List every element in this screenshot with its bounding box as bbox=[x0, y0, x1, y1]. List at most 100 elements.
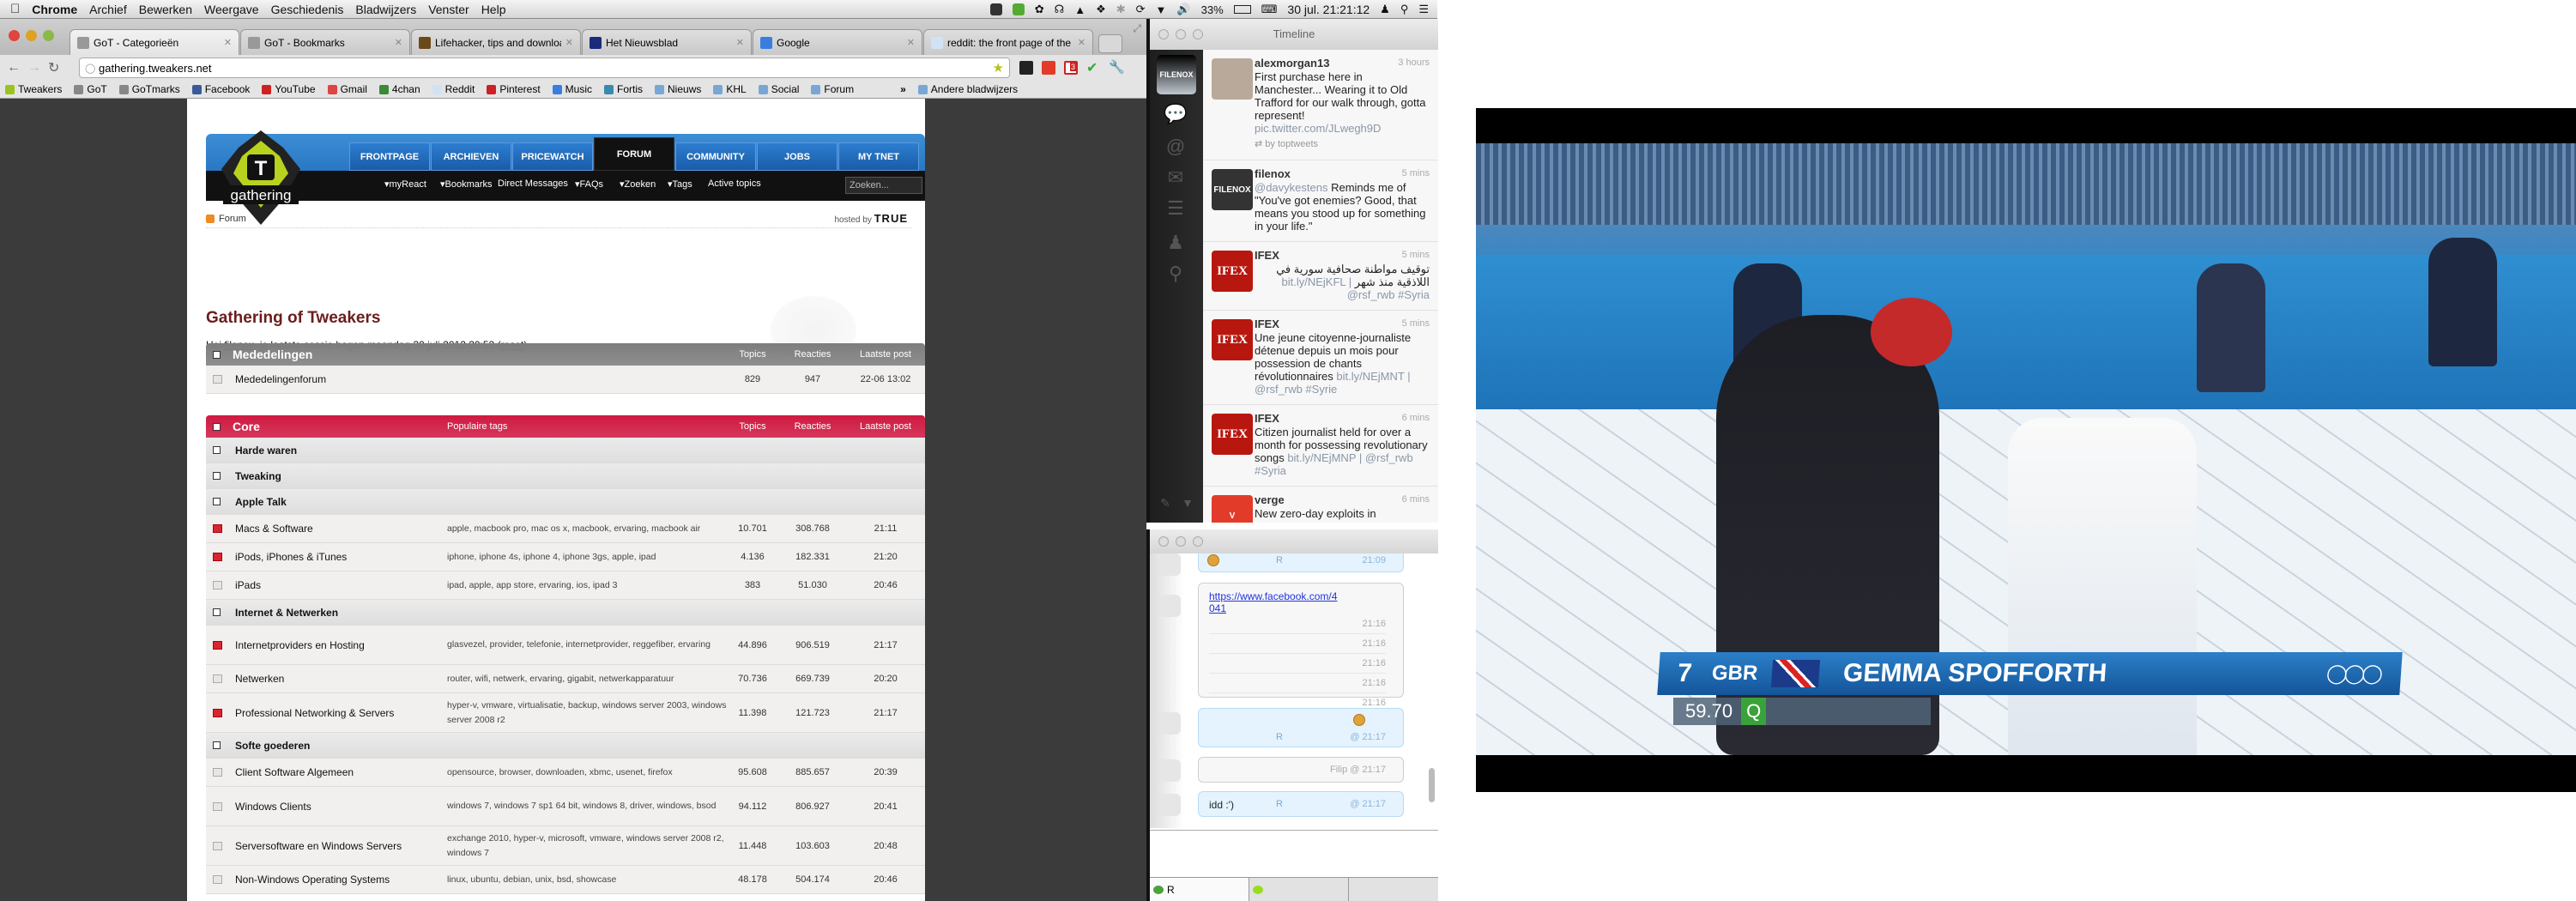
fullscreen-icon[interactable]: ⤢ bbox=[1133, 22, 1141, 35]
forum-name[interactable]: Netwerken bbox=[235, 673, 284, 685]
checkmark-extension-icon[interactable]: ✔ bbox=[1086, 59, 1100, 76]
tab-4[interactable]: Google ✕ bbox=[753, 29, 922, 55]
forum-row[interactable]: Client Software Algemeen opensource, brow… bbox=[206, 759, 925, 787]
menu-archief[interactable]: Archief bbox=[89, 3, 127, 16]
chat-tab[interactable] bbox=[1249, 878, 1349, 901]
user-icon[interactable]: ♟ bbox=[1380, 3, 1390, 16]
tweet-username[interactable]: alexmorgan13 bbox=[1255, 57, 1329, 70]
category-row[interactable]: Harde waren bbox=[206, 438, 925, 463]
bookmark-pinterest[interactable]: Pinterest bbox=[487, 83, 541, 95]
chat-tab[interactable]: R bbox=[1150, 878, 1249, 901]
last-post-time[interactable]: 22-06 13:02 bbox=[851, 374, 920, 384]
menu-app-name[interactable]: Chrome bbox=[32, 3, 77, 16]
tab-close-icon[interactable]: ✕ bbox=[907, 37, 915, 48]
category-name[interactable]: Internet & Netwerken bbox=[235, 607, 338, 619]
last-post-time[interactable]: 20:46 bbox=[851, 580, 920, 590]
category-name[interactable]: Tweaking bbox=[235, 470, 281, 482]
chat-messages[interactable]: R 21:09 https://www.facebook.com/4041 21… bbox=[1150, 553, 1438, 828]
forum-name[interactable]: Client Software Algemeen bbox=[235, 766, 354, 778]
breadcrumb-forum[interactable]: Forum bbox=[219, 214, 246, 224]
twitter-icon[interactable]: ✿ bbox=[1035, 3, 1044, 16]
compose-icon[interactable]: ✎ bbox=[1153, 496, 1177, 517]
minimize-window-button[interactable] bbox=[1176, 29, 1186, 39]
zoom-window-button[interactable] bbox=[43, 30, 54, 41]
reload-button[interactable]: ↻ bbox=[48, 59, 62, 76]
bookmark-reddit[interactable]: Reddit bbox=[432, 83, 475, 95]
last-post-time[interactable]: 20:48 bbox=[851, 841, 920, 851]
tweet-avatar[interactable]: FILENOX bbox=[1212, 169, 1253, 210]
zoom-window-button[interactable] bbox=[1193, 29, 1203, 39]
extension-icon[interactable] bbox=[1019, 61, 1033, 75]
headphones-icon[interactable]: ☊ bbox=[1055, 3, 1065, 16]
gathering-logo[interactable]: T gathering bbox=[221, 130, 300, 225]
video-player[interactable]: 7 GBR GEMMA SPOFFORTH ◯◯◯ 59.70 Q bbox=[1476, 108, 2576, 792]
menu-venster[interactable]: Venster bbox=[428, 3, 469, 16]
bookmark-facebook[interactable]: Facebook bbox=[191, 83, 250, 95]
tab-3[interactable]: Het Nieuwsblad ✕ bbox=[582, 29, 752, 55]
subnav-item[interactable]: ▾Zoeken bbox=[620, 178, 656, 190]
dropdown-icon[interactable]: ▼ bbox=[1176, 496, 1200, 517]
category-name[interactable]: Apple Talk bbox=[235, 496, 287, 508]
bookmark-fortis[interactable]: Fortis bbox=[604, 83, 643, 95]
bookmark-gmail[interactable]: Gmail bbox=[327, 83, 367, 95]
subnav-item[interactable]: ▾myReact bbox=[384, 178, 426, 190]
forum-row[interactable]: Internetproviders en Hosting glasvezel, p… bbox=[206, 626, 925, 665]
other-bookmarks[interactable]: Andere bladwijzers bbox=[917, 83, 1018, 95]
search-icon[interactable]: ⚲ bbox=[1164, 263, 1188, 284]
messages-icon[interactable]: ✉ bbox=[1164, 166, 1188, 188]
forum-row[interactable]: Non-Windows Operating Systems linux, ubun… bbox=[206, 866, 925, 894]
tab-close-icon[interactable]: ✕ bbox=[565, 37, 573, 48]
nav-tab-pricewatch[interactable]: PRICEWATCH bbox=[512, 142, 593, 171]
forum-row[interactable]: iPads ipad, apple, app store, ervaring, i… bbox=[206, 571, 925, 600]
wrench-menu-icon[interactable]: 🔧 bbox=[1109, 59, 1125, 75]
menubar-clock[interactable]: 30 jul. 21:21:12 bbox=[1287, 3, 1370, 16]
bookmark-4chan[interactable]: 4chan bbox=[378, 83, 420, 95]
nav-tab-frontpage[interactable]: FRONTPAGE bbox=[349, 142, 430, 171]
tweet[interactable]: IFEX IFEX 5 mins توقيف مواطنة صحافية سورية … bbox=[1203, 242, 1438, 311]
tab-5[interactable]: reddit: the front page of the ✕ bbox=[923, 29, 1093, 55]
mention-link[interactable]: @davykestens bbox=[1255, 181, 1327, 194]
collapse-icon[interactable] bbox=[213, 498, 221, 505]
tweet-username[interactable]: IFEX bbox=[1255, 412, 1279, 425]
bookmark-social[interactable]: Social bbox=[758, 83, 799, 95]
tweet-avatar[interactable] bbox=[1212, 58, 1253, 100]
tweet-timeline[interactable]: alexmorgan13 3 hours First purchase here i… bbox=[1203, 50, 1438, 523]
last-post-time[interactable]: 21:20 bbox=[851, 552, 920, 562]
minimize-window-button[interactable] bbox=[1176, 536, 1186, 547]
forward-button[interactable]: → bbox=[27, 60, 41, 76]
last-post-time[interactable]: 20:46 bbox=[851, 874, 920, 885]
subnav-item[interactable]: ▾Tags bbox=[668, 178, 692, 190]
account-avatar[interactable]: FILENOX bbox=[1157, 55, 1196, 94]
last-post-time[interactable]: 21:17 bbox=[851, 640, 920, 650]
minimize-window-button[interactable] bbox=[26, 30, 37, 41]
category-row[interactable]: Apple Talk bbox=[206, 489, 925, 515]
nav-tab-community[interactable]: COMMUNITY bbox=[675, 142, 756, 171]
bookmark-forum[interactable]: Forum bbox=[811, 83, 854, 95]
tweet-username[interactable]: filenox bbox=[1255, 167, 1291, 180]
bookmark-star-icon[interactable]: ★ bbox=[993, 60, 1004, 76]
facebook-link[interactable]: https://www.facebook.com/4041 bbox=[1209, 590, 1342, 614]
address-bar[interactable]: ◯ gathering.tweakers.net ★ bbox=[79, 57, 1010, 78]
subnav-item[interactable]: ▾Bookmarks bbox=[440, 178, 493, 190]
tweet-username[interactable]: IFEX bbox=[1255, 317, 1279, 330]
extension-grid-icon[interactable] bbox=[1042, 61, 1055, 75]
menu-bewerken[interactable]: Bewerken bbox=[139, 3, 192, 16]
tab-close-icon[interactable]: ✕ bbox=[395, 37, 402, 48]
forum-name[interactable]: Macs & Software bbox=[235, 523, 313, 535]
forum-name[interactable]: Internetproviders en Hosting bbox=[235, 639, 365, 651]
tab-0[interactable]: GoT - Categorieën ✕ bbox=[70, 29, 239, 55]
url-text[interactable]: gathering.tweakers.net bbox=[99, 62, 212, 75]
lists-icon[interactable]: ☰ bbox=[1164, 197, 1188, 219]
menu-bladwijzers[interactable]: Bladwijzers bbox=[355, 3, 416, 16]
volume-icon[interactable]: 🔊 bbox=[1176, 3, 1190, 16]
expand-icon[interactable] bbox=[213, 472, 221, 480]
tab-close-icon[interactable]: ✕ bbox=[736, 37, 744, 48]
forum-name[interactable]: Mededelingenforum bbox=[235, 373, 326, 385]
last-post-time[interactable]: 20:20 bbox=[851, 674, 920, 684]
keyboard-icon[interactable]: ⌨ bbox=[1261, 3, 1278, 16]
tweet[interactable]: Vverge 6 mins New zero-day exploits in bbox=[1203, 487, 1438, 523]
forum-name[interactable]: iPods, iPhones & iTunes bbox=[235, 551, 347, 563]
category-name[interactable]: Harde waren bbox=[235, 444, 297, 457]
new-tab-button[interactable] bbox=[1098, 34, 1122, 53]
tweet-avatar[interactable]: IFEX bbox=[1212, 251, 1253, 292]
